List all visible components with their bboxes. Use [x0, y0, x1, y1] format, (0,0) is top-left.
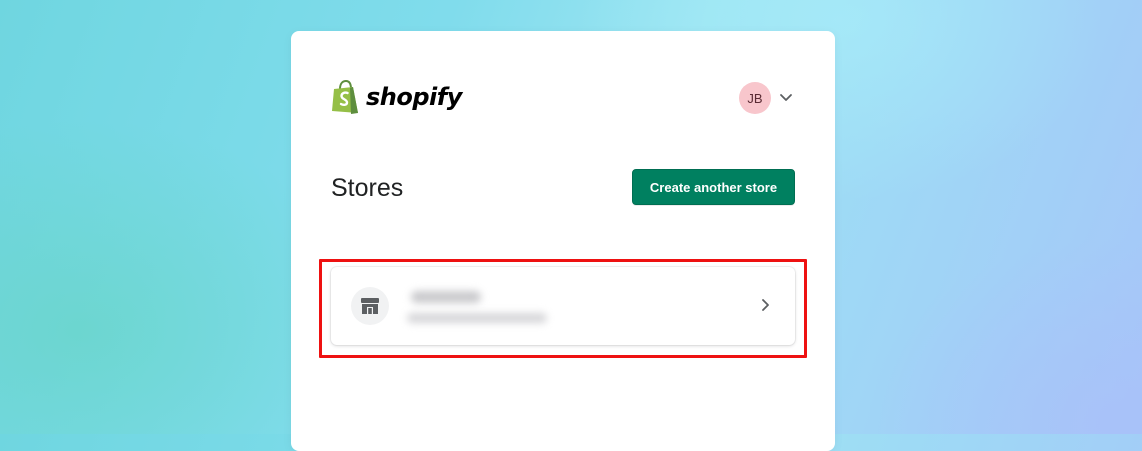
- store-picker-card: shopify JB Stores Create another store: [291, 31, 835, 451]
- page-title: Stores: [331, 174, 404, 202]
- shopping-bag-icon: [332, 80, 358, 114]
- annotation-highlight-box: [319, 259, 807, 358]
- chevron-down-icon[interactable]: [779, 93, 793, 103]
- shopify-logo: shopify: [331, 79, 462, 115]
- avatar[interactable]: JB: [739, 82, 771, 114]
- shopify-wordmark: shopify: [366, 83, 462, 111]
- user-menu[interactable]: JB: [739, 82, 793, 114]
- create-another-store-button[interactable]: Create another store: [632, 169, 795, 205]
